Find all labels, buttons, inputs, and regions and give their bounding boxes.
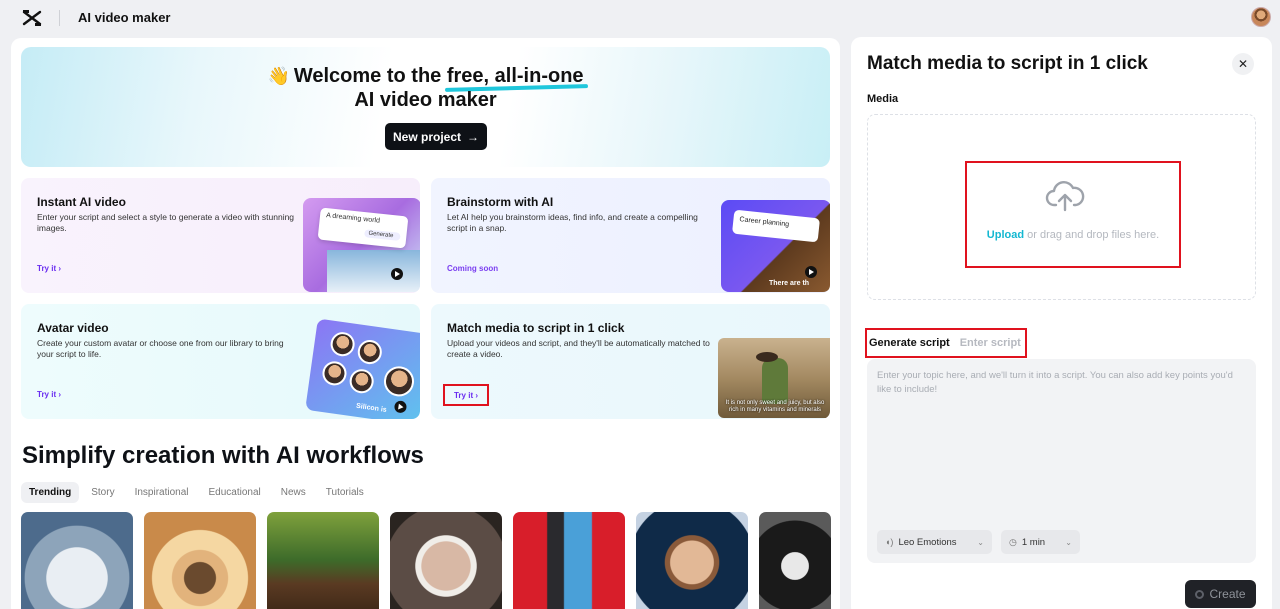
divider (59, 10, 60, 26)
hero-prefix: Welcome to the (293, 65, 442, 87)
template-thumbnail[interactable] (513, 512, 625, 609)
chevron-down-icon: ⌄ (977, 537, 984, 547)
card-avatar-video[interactable]: Avatar video Create your custom avatar o… (21, 304, 420, 419)
try-it-link[interactable]: Try it › (37, 264, 61, 273)
thumb-caption: Silicon is (355, 402, 388, 414)
arrow-right-icon: → (467, 129, 479, 144)
voice-select[interactable]: ◖) Leo Emotions ⌄ (877, 530, 992, 554)
prompt-bubble: Career planning (731, 209, 821, 243)
match-media-panel: Match media to script in 1 click ✕ Media… (851, 37, 1272, 609)
prompt-bubble: A dreaming world Generate (317, 207, 409, 249)
coming-soon-label: Coming soon (447, 264, 499, 273)
card-description: Enter your script and select a style to … (37, 212, 295, 233)
thumb-caption: It is not only sweet and juicy, but also… (725, 400, 825, 413)
panel-title: Match media to script in 1 click (867, 53, 1148, 74)
chevron-down-icon: ⌄ (1065, 537, 1072, 547)
card-title: Brainstorm with AI (447, 195, 554, 209)
app-title: AI video maker (78, 10, 171, 25)
media-label: Media (867, 93, 899, 105)
tab-tutorials[interactable]: Tutorials (318, 482, 372, 503)
hero-banner: 👋 Welcome to the free, all-in-one AI vide… (21, 47, 830, 167)
try-it-button-highlighted[interactable]: Try it › (443, 384, 489, 406)
template-thumbnail[interactable] (390, 512, 502, 609)
template-thumbnail[interactable] (21, 512, 133, 609)
hero-highlight: free, all-in-one (446, 65, 584, 87)
duration-value: 1 min (1021, 536, 1046, 548)
new-project-label: New project (392, 129, 461, 144)
create-label: Create (1209, 587, 1246, 601)
upload-instructions: Upload or drag and drop files here. (967, 229, 1179, 241)
avatar-face (320, 359, 349, 387)
user-avatar[interactable] (1251, 7, 1271, 27)
card-brainstorm[interactable]: Brainstorm with AI Let AI help you brain… (431, 178, 830, 293)
card-title: Instant AI video (37, 195, 126, 209)
upload-area-highlighted[interactable]: Upload or drag and drop files here. (965, 161, 1181, 268)
create-icon (1195, 589, 1205, 599)
avatar-face (348, 367, 376, 395)
card-description: Upload your videos and script, and they'… (447, 338, 710, 359)
upload-hint: or drag and drop files here. (1027, 229, 1160, 241)
play-icon (393, 400, 408, 414)
tab-story[interactable]: Story (83, 482, 122, 503)
thumb-caption: There are th (769, 280, 810, 287)
card-instant-ai-video[interactable]: Instant AI video Enter your script and s… (21, 178, 420, 293)
card-description: Create your custom avatar or choose one … (37, 338, 284, 359)
template-thumbnail[interactable] (144, 512, 256, 609)
play-icon (391, 268, 403, 280)
tab-trending[interactable]: Trending (21, 482, 80, 503)
card-thumbnail: Silicon is (305, 318, 420, 419)
bird-shape (756, 352, 778, 362)
waving-hand-icon: 👋 (267, 66, 290, 86)
clock-icon: ◷ (1009, 536, 1017, 547)
voice-value: Leo Emotions (898, 536, 957, 548)
card-thumbnail: Career planning There are th (721, 200, 830, 292)
template-thumbnail[interactable] (759, 512, 831, 609)
card-title: Match media to script in 1 click (447, 321, 625, 335)
card-thumbnail: It is not only sweet and juicy, but also… (718, 338, 830, 418)
card-title: Avatar video (37, 321, 109, 335)
tab-inspirational[interactable]: Inspirational (127, 482, 197, 503)
voice-icon: ◖) (885, 537, 894, 547)
avatar-face (356, 338, 384, 366)
tab-enter-script[interactable]: Enter script (960, 337, 1021, 349)
card-match-media[interactable]: Match media to script in 1 click Upload … (431, 304, 830, 419)
card-thumbnail: A dreaming world Generate (303, 198, 420, 292)
main-panel: 👋 Welcome to the free, all-in-one AI vide… (11, 38, 840, 609)
play-icon (805, 266, 817, 278)
script-tabs-highlighted: Generate script Enter script (865, 328, 1027, 358)
avatar-face (329, 330, 357, 358)
cloud-upload-icon (1045, 181, 1085, 212)
script-textarea[interactable]: Enter your topic here, and we'll turn it… (867, 359, 1256, 563)
workflow-tabs: Trending Story Inspirational Educational… (21, 482, 372, 503)
capcut-logo-icon[interactable] (22, 9, 42, 27)
top-bar: AI video maker (0, 0, 1280, 36)
new-project-button[interactable]: New project → (385, 123, 487, 150)
template-thumbnail[interactable] (267, 512, 379, 609)
template-thumbnail[interactable] (636, 512, 748, 609)
avatar-face (382, 364, 416, 399)
try-it-link[interactable]: Try it › (37, 390, 61, 399)
media-dropzone[interactable]: Upload or drag and drop files here. (867, 114, 1256, 300)
hero-heading-line2: AI video maker (354, 89, 497, 111)
close-button[interactable]: ✕ (1232, 53, 1254, 75)
tab-educational[interactable]: Educational (201, 482, 269, 503)
cactus-shape (762, 358, 788, 404)
card-description: Let AI help you brainstorm ideas, find i… (447, 212, 698, 233)
script-placeholder: Enter your topic here, and we'll turn it… (877, 370, 1233, 395)
close-icon: ✕ (1237, 57, 1249, 71)
create-button[interactable]: Create (1185, 580, 1256, 608)
tab-generate-script[interactable]: Generate script (869, 337, 950, 349)
sky-image (327, 250, 420, 292)
upload-link[interactable]: Upload (987, 229, 1024, 241)
hero-heading-line1: 👋 Welcome to the free, all-in-one (21, 65, 830, 88)
workflows-title: Simplify creation with AI workflows (22, 442, 424, 469)
tab-news[interactable]: News (273, 482, 314, 503)
duration-select[interactable]: ◷ 1 min ⌄ (1001, 530, 1080, 554)
